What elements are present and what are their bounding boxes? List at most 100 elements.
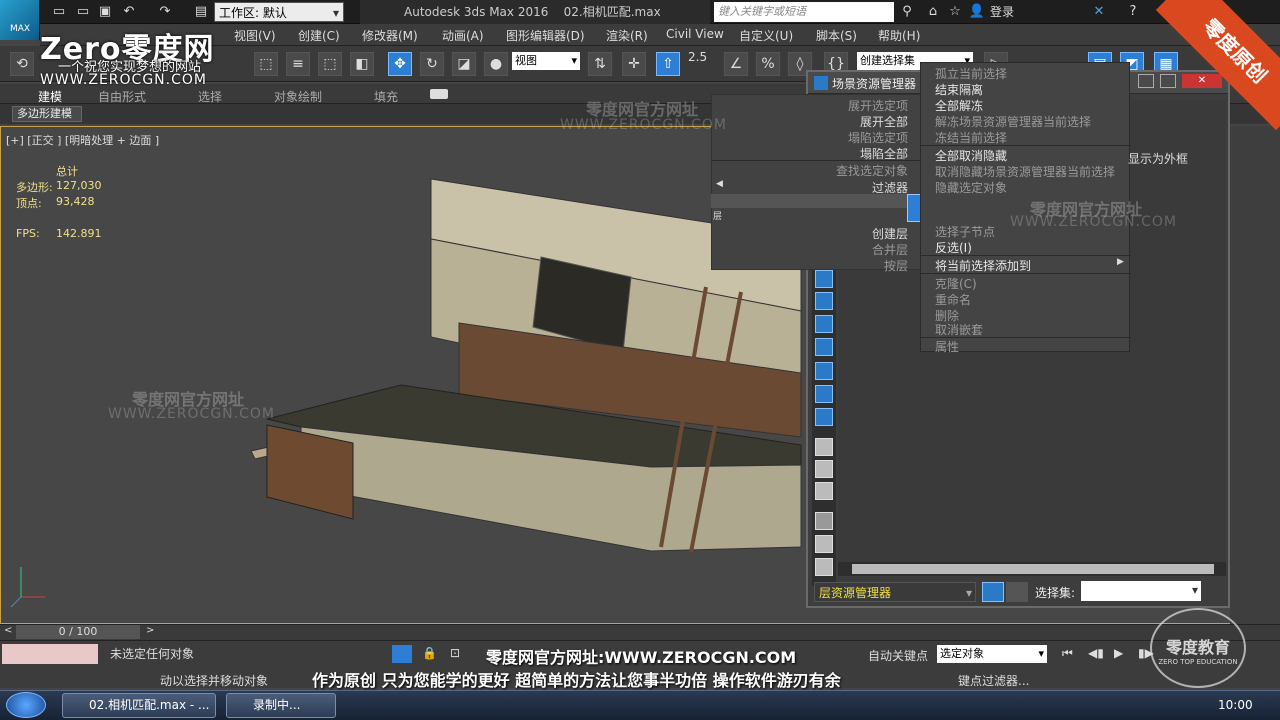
help-icon[interactable]: ? bbox=[1124, 3, 1142, 21]
viewport-label[interactable]: [+] [正交 ] [明暗处理 + 边面 ] bbox=[6, 132, 159, 148]
display-lights-icon[interactable] bbox=[815, 315, 833, 333]
quad-item-by-layer[interactable]: 按层 bbox=[884, 257, 908, 274]
select-manipulate-icon[interactable]: ✛ bbox=[622, 52, 646, 76]
taskbar-3dsmax[interactable]: 02.相机匹配.max - ... bbox=[62, 693, 216, 718]
menu-create[interactable]: 创建(C) bbox=[298, 27, 340, 44]
keyboard-shortcut-icon[interactable]: ⇧ bbox=[656, 52, 680, 76]
menu-rendering[interactable]: 渲染(R) bbox=[606, 27, 648, 44]
filter-options-icon[interactable] bbox=[815, 535, 833, 553]
undo-tool-icon[interactable]: ⟲ bbox=[10, 52, 34, 76]
pivot-icon[interactable]: ⇅ bbox=[588, 52, 612, 76]
menu-modifiers[interactable]: 修改器(M) bbox=[362, 27, 418, 44]
app-logo-button[interactable]: MAX bbox=[0, 0, 40, 40]
display-bones-icon[interactable] bbox=[815, 408, 833, 426]
scale-tool-icon[interactable]: ◪ bbox=[452, 52, 476, 76]
tab-object-paint[interactable]: 对象绘制 bbox=[274, 88, 322, 105]
menu-civil-view[interactable]: Civil View bbox=[666, 27, 724, 41]
isolate-toggle-icon[interactable] bbox=[392, 645, 412, 663]
prev-frame-icon[interactable]: < bbox=[4, 625, 12, 636]
quad-item-freeze-selection[interactable]: 冻结当前选择 bbox=[935, 129, 1007, 146]
absolute-mode-icon[interactable]: ⊡ bbox=[450, 646, 460, 660]
filter-icon[interactable] bbox=[815, 512, 833, 530]
undo-icon[interactable]: ↶ bbox=[120, 3, 138, 21]
next-frame-icon[interactable]: > bbox=[146, 625, 154, 636]
close-icon[interactable]: ✕ bbox=[1182, 74, 1222, 88]
maxscript-listener[interactable] bbox=[2, 644, 98, 664]
quad-item-unhide-all[interactable]: 全部取消隐藏 bbox=[935, 147, 1007, 164]
display-shapes-icon[interactable] bbox=[815, 292, 833, 310]
menu-view[interactable]: 视图(V) bbox=[234, 27, 276, 44]
quad-item-clone[interactable]: 克隆(C) bbox=[935, 275, 977, 292]
go-to-start-icon[interactable]: ⏮ bbox=[1062, 646, 1073, 661]
info-icon[interactable]: ⌂ bbox=[924, 3, 942, 21]
quad-item-unfreeze-selection[interactable]: 解冻场景资源管理器当前选择 bbox=[935, 113, 1091, 130]
display-cameras-icon[interactable] bbox=[815, 338, 833, 356]
tab-modeling[interactable]: 建模 bbox=[38, 88, 62, 105]
taskbar-recorder[interactable]: 录制中... bbox=[226, 693, 336, 718]
login-button[interactable]: 登录 bbox=[990, 0, 1014, 24]
display-none-icon[interactable] bbox=[815, 460, 833, 478]
save-icon[interactable]: ▣ bbox=[96, 3, 114, 21]
select-object-icon[interactable]: ⬚ bbox=[254, 52, 278, 76]
key-filters-button[interactable]: 键点过滤器... bbox=[958, 672, 1029, 689]
display-spacewarps-icon[interactable] bbox=[815, 385, 833, 403]
menu-graph-editors[interactable]: 图形编辑器(D) bbox=[506, 27, 585, 44]
quad-item-find-selected[interactable]: 查找选定对象 bbox=[836, 162, 908, 179]
move-tool-icon[interactable]: ✥ bbox=[388, 52, 412, 76]
quad-item-collapse-selected[interactable]: 塌陷选定项 bbox=[848, 129, 908, 146]
display-geometry-icon[interactable] bbox=[815, 270, 833, 288]
quad-item-expand-all[interactable]: 展开全部 bbox=[860, 113, 908, 130]
minimize-icon[interactable] bbox=[1138, 74, 1154, 88]
hierarchy-icon[interactable] bbox=[1006, 582, 1028, 602]
maximize-icon[interactable] bbox=[1160, 74, 1176, 88]
quad-item-rename[interactable]: 重命名 bbox=[935, 291, 971, 308]
window-crossing-icon[interactable]: ◧ bbox=[350, 52, 374, 76]
quad-item-hide-selection[interactable]: 隐藏选定对象 bbox=[935, 179, 1007, 196]
binoculars-icon[interactable]: ⚲ bbox=[898, 3, 916, 21]
project-icon[interactable]: ▤ bbox=[192, 3, 210, 21]
quad-item-merge-layer[interactable]: 合并层 bbox=[872, 241, 908, 258]
placement-tool-icon[interactable]: ● bbox=[484, 52, 508, 76]
percent-snap-icon[interactable]: % bbox=[756, 52, 780, 76]
quad-item-invert-selection[interactable]: 反选(I) bbox=[935, 239, 972, 256]
display-helpers-icon[interactable] bbox=[815, 362, 833, 380]
time-slider-bar[interactable] bbox=[0, 624, 1280, 640]
quad-item-add-selection-to[interactable]: 将当前选择添加到 bbox=[935, 257, 1031, 274]
new-file-icon[interactable]: ▭ bbox=[50, 3, 68, 21]
polygon-modeling-tab[interactable]: 多边形建模 bbox=[12, 106, 82, 122]
user-icon[interactable]: 👤 bbox=[968, 3, 986, 21]
menu-help[interactable]: 帮助(H) bbox=[878, 27, 920, 44]
invert-display-icon[interactable] bbox=[815, 482, 833, 500]
tab-freeform[interactable]: 自由形式 bbox=[98, 88, 146, 105]
select-by-name-icon[interactable]: ≡ bbox=[286, 52, 310, 76]
command-panel[interactable] bbox=[1230, 126, 1280, 624]
quad-item-unfreeze-all[interactable]: 全部解冻 bbox=[935, 97, 983, 114]
quad-item-unhide-selection[interactable]: 取消隐藏场景资源管理器当前选择 bbox=[935, 163, 1115, 180]
exchange-icon[interactable]: ✕ bbox=[1090, 3, 1108, 21]
quad-item-unnest[interactable]: 取消嵌套 bbox=[935, 321, 983, 338]
quad-item-end-isolate[interactable]: 结束隔离 bbox=[935, 81, 983, 98]
tab-populate[interactable]: 填充 bbox=[374, 88, 398, 105]
scrollbar-thumb[interactable] bbox=[852, 564, 1214, 574]
auto-key-button[interactable]: 自动关键点 bbox=[868, 647, 928, 664]
sync-icon[interactable] bbox=[815, 558, 833, 576]
quad-item-expand-selected[interactable]: 展开选定项 bbox=[848, 97, 908, 114]
search-input[interactable]: 键入关键字或短语 bbox=[714, 2, 894, 22]
reference-coord-dropdown[interactable]: 视图 bbox=[512, 52, 580, 70]
angle-snap-icon[interactable]: ∠ bbox=[724, 52, 748, 76]
menu-customize[interactable]: 自定义(U) bbox=[739, 27, 793, 44]
layers-icon[interactable] bbox=[982, 582, 1004, 602]
lock-icon[interactable]: 🔒 bbox=[422, 646, 437, 660]
region-select-icon[interactable]: ⬚ bbox=[318, 52, 342, 76]
tab-selection[interactable]: 选择 bbox=[198, 88, 222, 105]
display-all-icon[interactable] bbox=[815, 438, 833, 456]
key-selection-dropdown[interactable]: 选定对象 bbox=[937, 645, 1047, 663]
start-button[interactable] bbox=[6, 692, 46, 718]
quad-item-create-layer[interactable]: 创建层 bbox=[872, 225, 908, 242]
quad-item-properties[interactable]: 属性 bbox=[935, 338, 959, 355]
menu-animation[interactable]: 动画(A) bbox=[442, 27, 484, 44]
rotate-tool-icon[interactable]: ↻ bbox=[420, 52, 444, 76]
quad-item-select-children[interactable]: 选择子节点 bbox=[935, 223, 995, 240]
explorer-type-dropdown[interactable]: 层资源管理器 bbox=[814, 582, 976, 603]
redo-icon[interactable]: ↷ bbox=[156, 3, 174, 21]
